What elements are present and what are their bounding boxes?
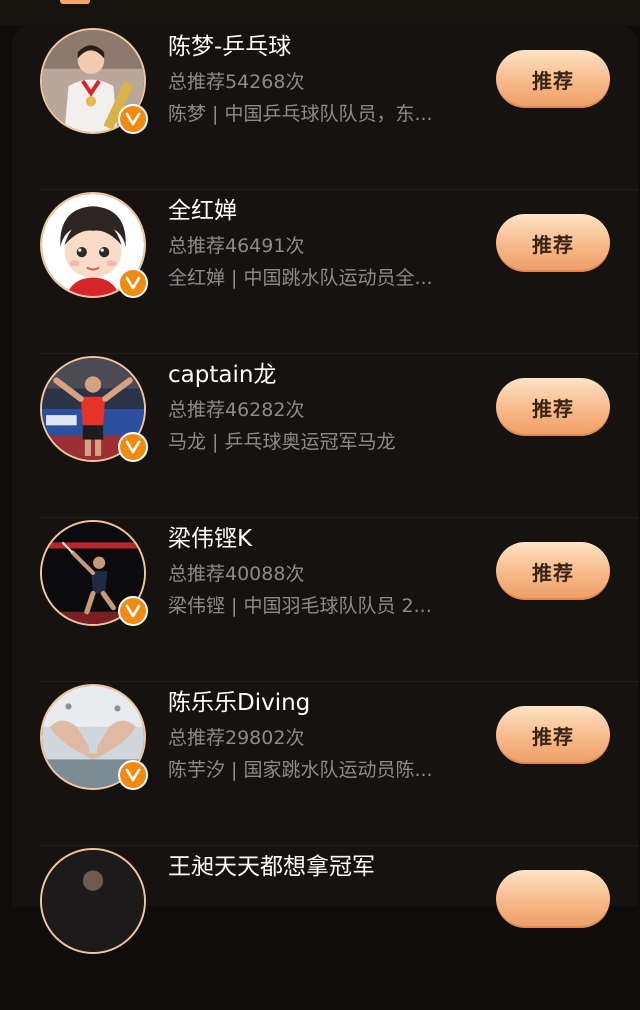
recommend-count: 总推荐29802次 bbox=[168, 727, 305, 749]
list-item[interactable]: captain龙 总推荐46282次 马龙 | 乒乓球奥运冠军马龙 推荐 bbox=[12, 354, 638, 518]
user-name: captain龙 bbox=[168, 362, 277, 388]
user-description: 全红婵 | 中国跳水队运动员全... bbox=[168, 267, 433, 289]
recommend-count: 总推荐54268次 bbox=[168, 71, 305, 93]
avatar[interactable] bbox=[40, 848, 146, 954]
recommend-button[interactable]: 推荐 bbox=[496, 542, 610, 600]
user-name: 陈梦-乒乓球 bbox=[168, 34, 292, 60]
user-description: 马龙 | 乒乓球奥运冠军马龙 bbox=[168, 431, 396, 453]
user-name: 全红婵 bbox=[168, 198, 237, 224]
verified-v-icon bbox=[118, 104, 148, 134]
recommend-list-card: 陈梦-乒乓球 总推荐54268次 陈梦 | 中国乒乓球队队员，东... 推荐 全… bbox=[12, 26, 638, 954]
recommend-button[interactable]: 推荐 bbox=[496, 378, 610, 436]
user-description: 梁伟铿 | 中国羽毛球队队员 2... bbox=[168, 595, 432, 617]
user-name: 梁伟铿K bbox=[168, 526, 253, 552]
user-name: 王昶天天都想拿冠军 bbox=[168, 854, 375, 880]
top-strip bbox=[0, 0, 640, 26]
verified-v-icon bbox=[118, 760, 148, 790]
list-item[interactable]: 梁伟铿K 总推荐40088次 梁伟铿 | 中国羽毛球队队员 2... 推荐 bbox=[12, 518, 638, 682]
list-item[interactable]: 全红婵 总推荐46491次 全红婵 | 中国跳水队运动员全... 推荐 bbox=[12, 190, 638, 354]
verified-v-icon bbox=[118, 596, 148, 626]
list-item[interactable]: 陈乐乐Diving 总推荐29802次 陈芋汐 | 国家跳水队运动员陈... 推… bbox=[12, 682, 638, 846]
recommend-count: 总推荐46491次 bbox=[168, 235, 305, 257]
recommend-button[interactable]: 推荐 bbox=[496, 214, 610, 272]
user-name: 陈乐乐Diving bbox=[168, 690, 311, 716]
top-notch bbox=[60, 0, 90, 4]
verified-v-icon bbox=[118, 432, 148, 462]
recommend-button[interactable]: 推荐 bbox=[496, 50, 610, 108]
recommend-count: 总推荐46282次 bbox=[168, 399, 305, 421]
recommend-button[interactable]: 推荐 bbox=[496, 706, 610, 764]
list-item[interactable]: 陈梦-乒乓球 总推荐54268次 陈梦 | 中国乒乓球队队员，东... 推荐 bbox=[12, 26, 638, 190]
list-item[interactable]: 王昶天天都想拿冠军 bbox=[12, 846, 638, 1010]
verified-v-icon bbox=[118, 268, 148, 298]
user-description: 陈梦 | 中国乒乓球队队员，东... bbox=[168, 103, 433, 125]
recommend-button[interactable] bbox=[496, 870, 610, 928]
user-description: 陈芋汐 | 国家跳水队运动员陈... bbox=[168, 759, 433, 781]
recommend-count: 总推荐40088次 bbox=[168, 563, 305, 585]
